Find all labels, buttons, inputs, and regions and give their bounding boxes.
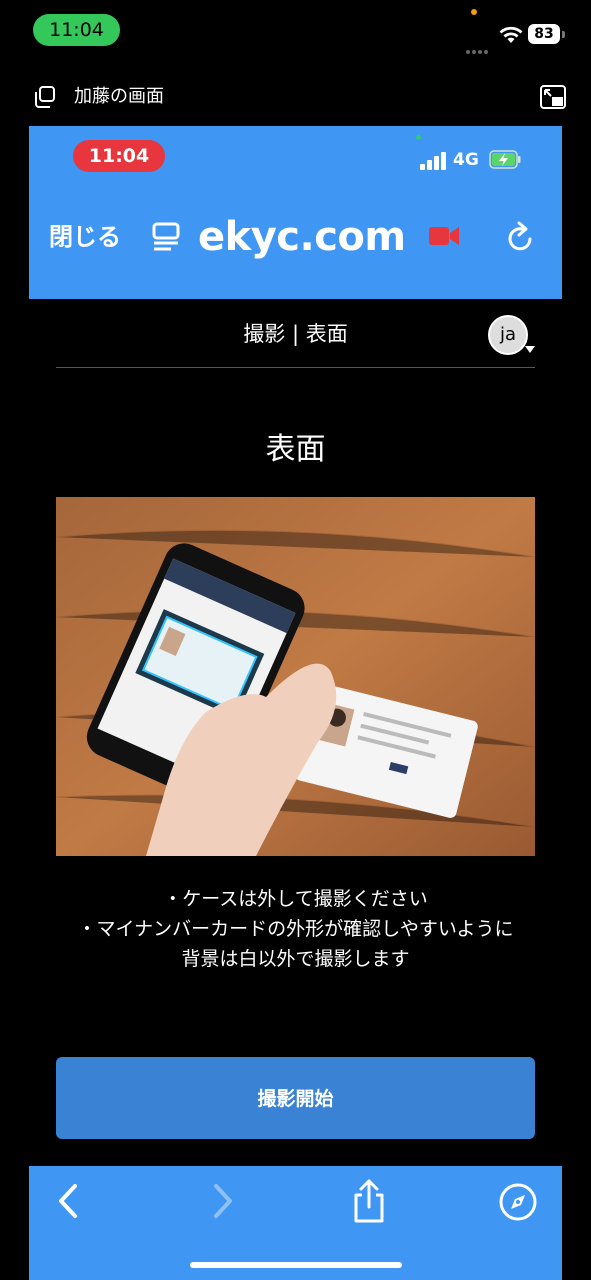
- share-icon[interactable]: [350, 1178, 388, 1224]
- url-domain[interactable]: ekyc.com: [198, 212, 406, 262]
- close-button[interactable]: 閉じる: [49, 218, 121, 256]
- pip-icon[interactable]: [540, 85, 566, 109]
- reader-icon[interactable]: [151, 222, 181, 252]
- side-title: 表面: [265, 432, 326, 467]
- instructions: ・ケースは外して撮影ください ・マイナンバーカードの外形が確認しやすいように 背…: [0, 884, 591, 974]
- network-type: 4G: [453, 150, 479, 170]
- battery-indicator: 83: [528, 24, 560, 44]
- signal-dots-icon: [466, 39, 490, 58]
- battery-tip: [562, 31, 565, 38]
- video-record-icon: [429, 227, 459, 245]
- shared-screen-title: 加藤の画面: [74, 86, 164, 107]
- mic-indicator: [471, 9, 477, 15]
- instruction-line-3: 背景は白以外で撮影します: [181, 948, 410, 970]
- charging-battery-icon: [489, 150, 521, 169]
- instruction-line-2: ・マイナンバーカードの外形が確認しやすいように: [77, 918, 514, 940]
- language-selector[interactable]: ja: [488, 315, 528, 355]
- instruction-line-1: ・ケースは外して撮影ください: [163, 888, 428, 910]
- compass-icon[interactable]: [498, 1182, 538, 1222]
- wifi-icon: [499, 26, 523, 43]
- reload-icon[interactable]: [505, 220, 537, 254]
- caret-down-icon: [525, 346, 535, 353]
- cell-signal-icon: [420, 150, 447, 170]
- header-divider: [56, 367, 535, 368]
- chevron-right-icon[interactable]: [208, 1182, 236, 1220]
- chevron-left-icon[interactable]: [55, 1182, 83, 1220]
- camera-indicator: [416, 135, 421, 140]
- instruction-photo: [56, 497, 535, 856]
- inner-status-time: 11:04: [73, 140, 165, 172]
- screen-share-icon: [35, 86, 55, 108]
- start-capture-button[interactable]: 撮影開始: [56, 1057, 535, 1139]
- home-indicator[interactable]: [190, 1262, 402, 1268]
- status-time: 11:04: [33, 14, 120, 46]
